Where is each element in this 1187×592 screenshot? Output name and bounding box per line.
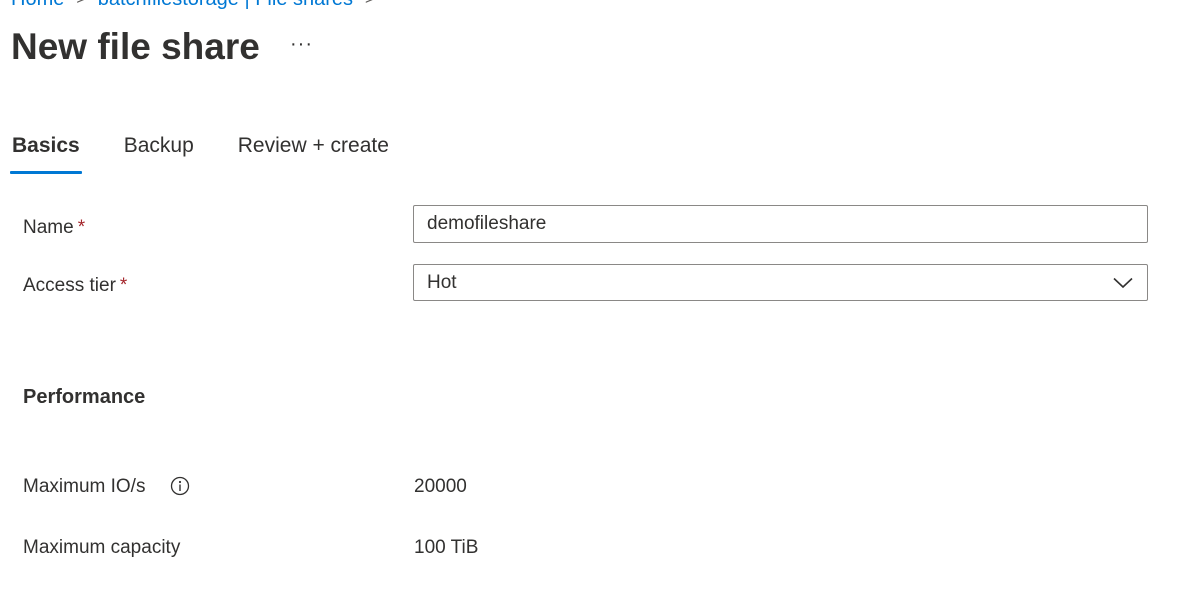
tab-basics[interactable]: Basics: [10, 130, 82, 174]
info-icon[interactable]: [170, 476, 190, 496]
tab-bar: Basics Backup Review + create: [10, 130, 431, 174]
name-label: Name *: [23, 217, 85, 239]
breadcrumb-file-shares-link[interactable]: batchfilestorage | File shares: [98, 0, 353, 11]
max-capacity-label: Maximum capacity: [23, 537, 181, 558]
page-title: New file share: [11, 26, 260, 67]
breadcrumb-separator: >: [76, 0, 85, 9]
breadcrumb: Home > batchfilestorage | File shares >: [11, 0, 386, 11]
new-file-share-page: Home > batchfilestorage | File shares > …: [0, 0, 1187, 592]
more-actions-button[interactable]: ···: [290, 34, 313, 54]
name-label-text: Name: [23, 217, 74, 238]
access-tier-selected-value: Hot: [427, 271, 457, 293]
access-tier-dropdown[interactable]: Hot: [413, 264, 1148, 301]
required-marker: *: [77, 217, 86, 238]
name-input[interactable]: [413, 205, 1148, 243]
tab-review-create[interactable]: Review + create: [236, 130, 391, 170]
performance-heading: Performance: [23, 386, 146, 408]
breadcrumb-separator: >: [365, 0, 374, 9]
access-tier-label-text: Access tier: [23, 275, 116, 296]
max-io-value: 20000: [414, 476, 467, 497]
max-io-label: Maximum IO/s: [23, 476, 146, 497]
required-marker: *: [119, 275, 128, 296]
tab-backup[interactable]: Backup: [122, 130, 196, 170]
chevron-down-icon: [1112, 276, 1134, 290]
breadcrumb-home-link[interactable]: Home: [11, 0, 64, 11]
access-tier-label: Access tier *: [23, 275, 127, 297]
more-icon: ···: [290, 33, 313, 55]
max-capacity-value: 100 TiB: [414, 537, 479, 558]
